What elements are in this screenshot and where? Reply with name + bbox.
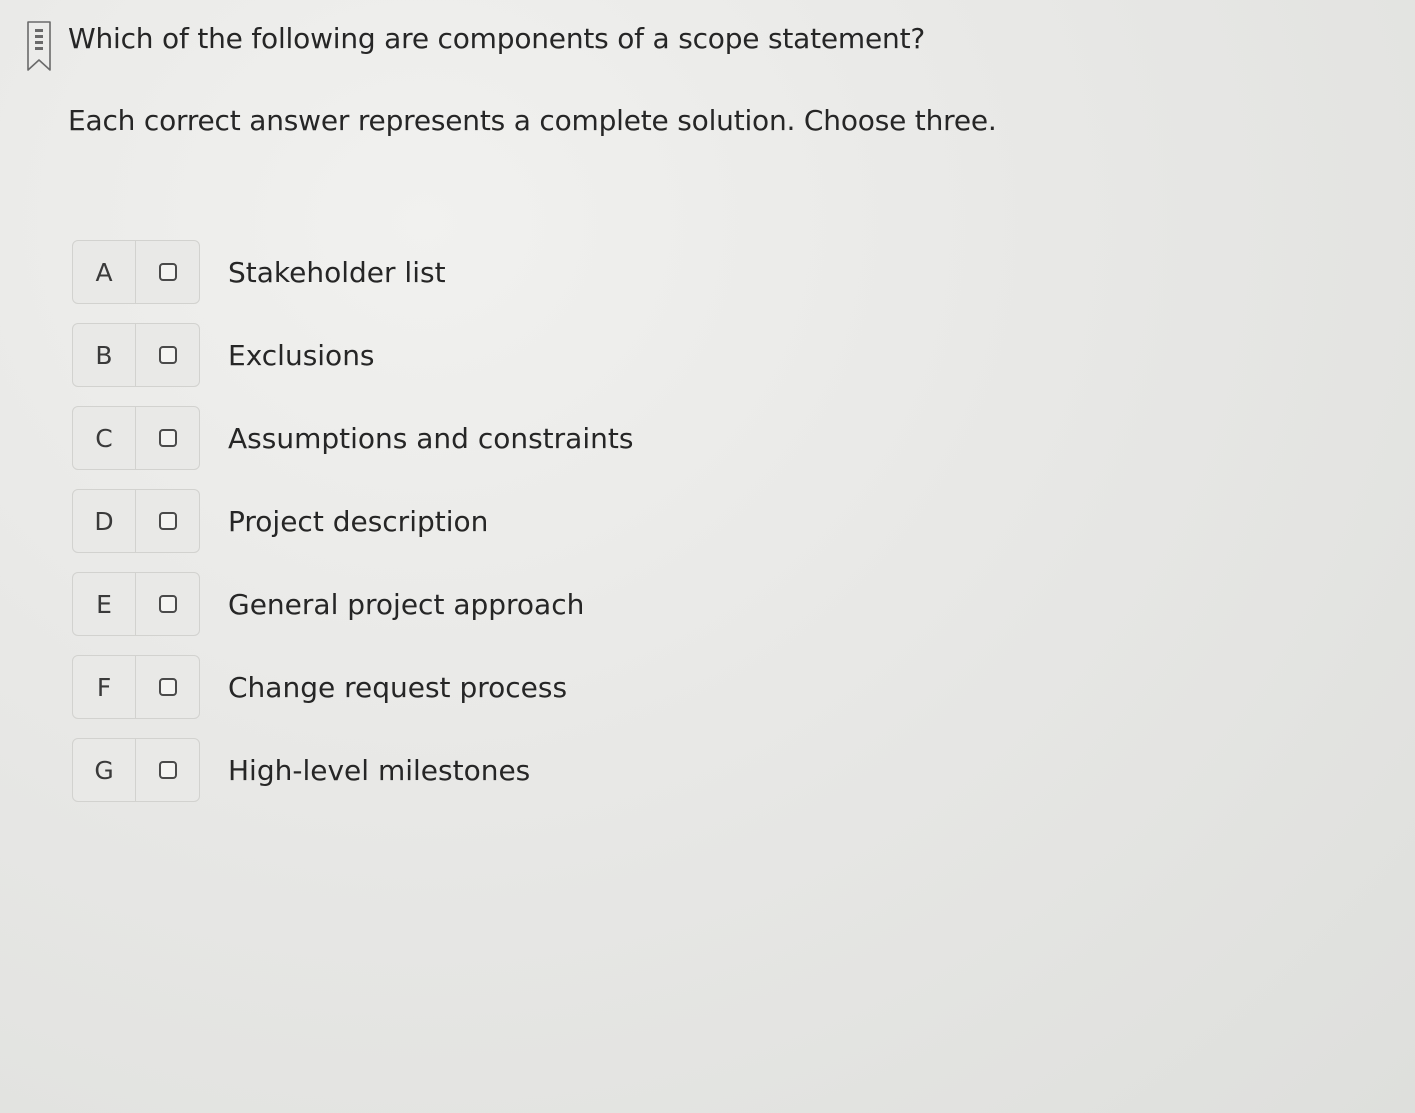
- option-selector[interactable]: G: [72, 738, 200, 802]
- option-label[interactable]: Assumptions and constraints: [228, 422, 633, 455]
- option-letter: C: [73, 407, 137, 469]
- checkbox[interactable]: [158, 678, 177, 696]
- option-label[interactable]: High-level milestones: [228, 754, 530, 787]
- option-selector[interactable]: B: [72, 323, 200, 387]
- checkbox[interactable]: [158, 346, 177, 364]
- option-letter: B: [73, 324, 137, 386]
- option-d[interactable]: D Project description: [72, 489, 633, 553]
- checkbox[interactable]: [158, 761, 177, 779]
- checkbox[interactable]: [158, 263, 177, 281]
- option-b[interactable]: B Exclusions: [72, 323, 633, 387]
- option-f[interactable]: F Change request process: [72, 655, 633, 719]
- option-letter: D: [73, 490, 137, 552]
- option-selector[interactable]: C: [72, 406, 200, 470]
- option-label[interactable]: Exclusions: [228, 339, 375, 372]
- checkbox[interactable]: [158, 595, 177, 613]
- option-selector[interactable]: E: [72, 572, 200, 636]
- option-e[interactable]: E General project approach: [72, 572, 633, 636]
- checkbox[interactable]: [158, 429, 177, 447]
- option-label[interactable]: Project description: [228, 505, 488, 538]
- option-letter: F: [73, 656, 137, 718]
- option-selector[interactable]: F: [72, 655, 200, 719]
- option-label[interactable]: General project approach: [228, 588, 584, 621]
- instruction-text: Each correct answer represents a complet…: [68, 104, 997, 137]
- answer-options: A Stakeholder list B Exclusions C Assump…: [72, 240, 633, 821]
- option-a[interactable]: A Stakeholder list: [72, 240, 633, 304]
- question-text: Which of the following are components of…: [68, 22, 926, 55]
- option-selector[interactable]: A: [72, 240, 200, 304]
- option-letter: G: [73, 739, 137, 801]
- option-letter: A: [73, 241, 137, 303]
- option-c[interactable]: C Assumptions and constraints: [72, 406, 633, 470]
- option-letter: E: [73, 573, 137, 635]
- checkbox[interactable]: [158, 512, 177, 530]
- option-g[interactable]: G High-level milestones: [72, 738, 633, 802]
- bookmark-flag-icon[interactable]: [26, 20, 52, 72]
- option-label[interactable]: Stakeholder list: [228, 256, 446, 289]
- option-label[interactable]: Change request process: [228, 671, 567, 704]
- option-selector[interactable]: D: [72, 489, 200, 553]
